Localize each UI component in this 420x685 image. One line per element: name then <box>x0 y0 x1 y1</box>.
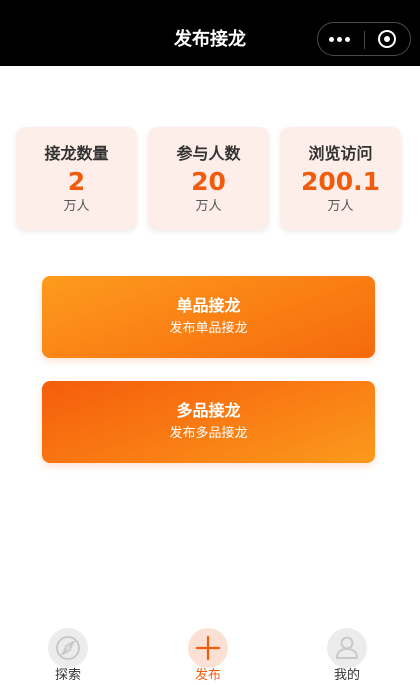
close-button[interactable] <box>365 23 411 55</box>
stat-unit: 万人 <box>195 199 222 214</box>
target-close-icon-core <box>384 36 390 42</box>
stat-label: 参与人数 <box>176 144 241 163</box>
more-dot <box>345 37 350 42</box>
action-title: 多品接龙 <box>176 401 241 420</box>
tab-explore[interactable]: 探索 <box>18 620 118 685</box>
tab-label: 发布 <box>194 668 221 683</box>
stat-unit: 万人 <box>63 199 90 214</box>
action-title: 单品接龙 <box>176 296 241 315</box>
plus-icon <box>188 628 228 668</box>
stat-value: 20 <box>191 167 226 196</box>
stat-unit: 万人 <box>327 199 354 214</box>
tab-publish[interactable]: 发布 <box>158 620 258 685</box>
compass-icon <box>48 628 88 668</box>
miniprogram-capsule <box>317 22 411 56</box>
stat-label: 浏览访问 <box>308 144 373 163</box>
tab-label: 我的 <box>333 668 360 683</box>
single-item-chain-button[interactable]: 单品接龙 发布单品接龙 <box>42 276 375 358</box>
publish-page: 发布接龙 接龙数量 2 万人 参与人数 20 万人 浏览访问 200.1 万人 <box>0 0 420 685</box>
top-navbar: 发布接龙 <box>0 0 420 66</box>
action-subtitle: 发布单品接龙 <box>169 321 248 336</box>
tab-label: 探索 <box>54 668 81 683</box>
more-dots-icon <box>329 37 334 42</box>
stat-label: 接龙数量 <box>44 144 109 163</box>
user-icon <box>327 628 367 668</box>
stat-card-visits: 浏览访问 200.1 万人 <box>280 127 401 230</box>
multi-item-chain-button[interactable]: 多品接龙 发布多品接龙 <box>42 381 375 463</box>
action-subtitle: 发布多品接龙 <box>169 426 248 441</box>
stat-value: 2 <box>67 167 86 196</box>
tab-mine[interactable]: 我的 <box>297 620 397 685</box>
stat-card-participants: 参与人数 20 万人 <box>148 127 269 230</box>
bottom-tabbar: 探索 发布 我的 <box>0 620 420 685</box>
more-button[interactable] <box>318 23 364 55</box>
stat-value: 200.1 <box>300 167 381 196</box>
stat-card-chains: 接龙数量 2 万人 <box>16 127 137 230</box>
more-dot <box>337 37 342 42</box>
